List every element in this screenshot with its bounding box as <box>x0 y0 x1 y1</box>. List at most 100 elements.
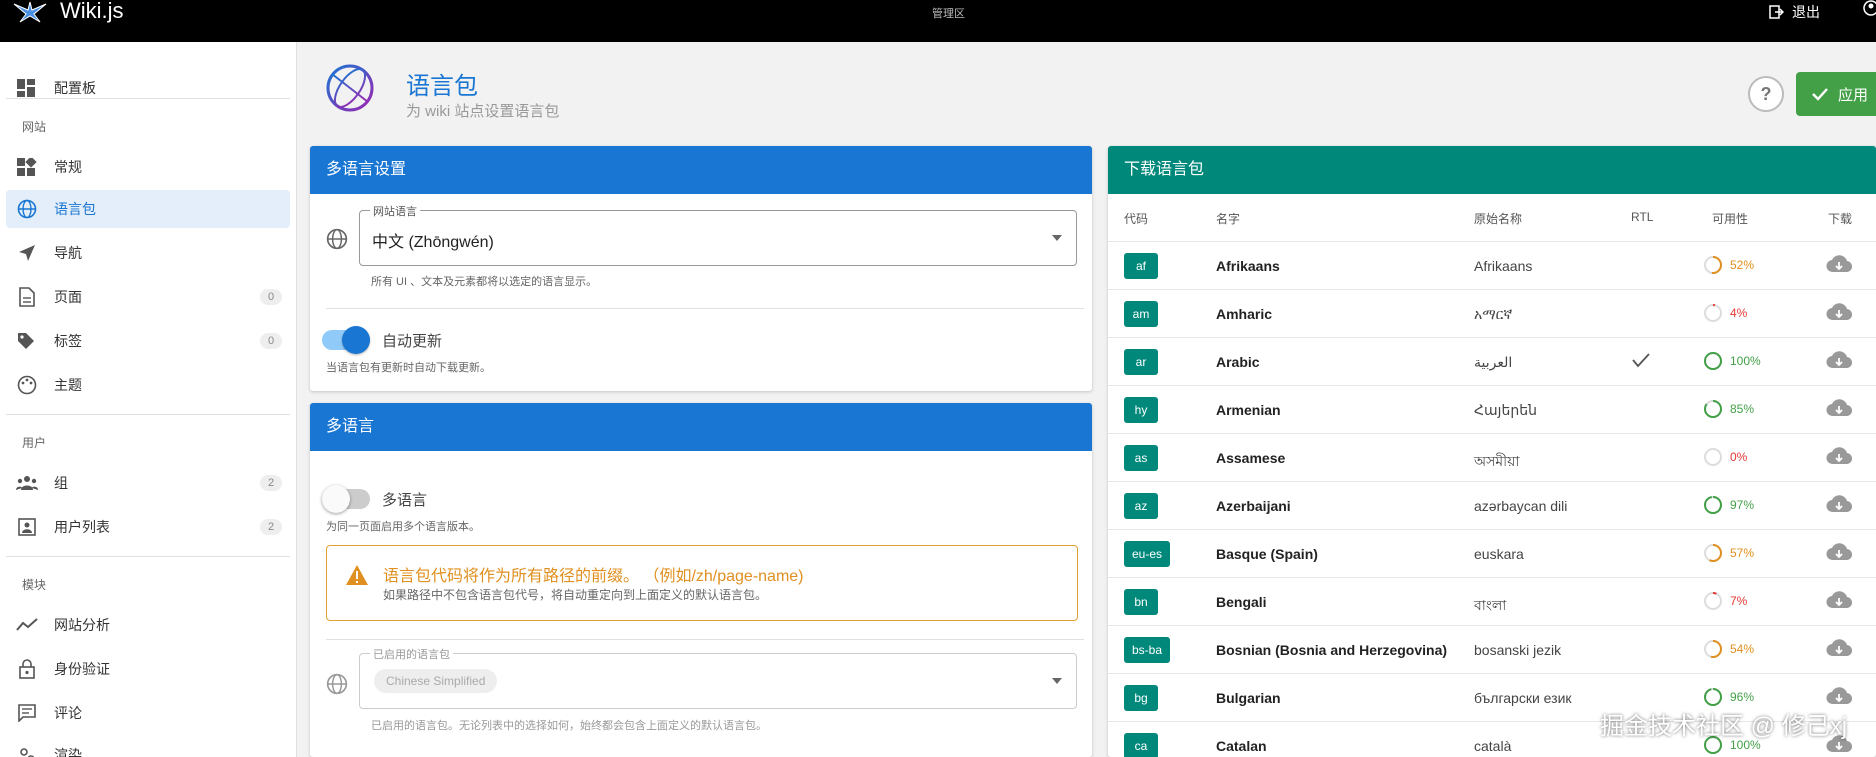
locale-code-badge: bs-ba <box>1124 637 1171 663</box>
active-locales-select[interactable]: 已启用的语言包 Chinese Simplified <box>359 646 1077 709</box>
app-title[interactable]: Wiki.js <box>60 0 124 22</box>
apply-button[interactable]: 应用 <box>1796 72 1876 116</box>
sidebar-item-users[interactable]: 用户列表 2 <box>6 508 290 546</box>
locale-code-badge: eu-es <box>1124 541 1171 567</box>
column-header-download[interactable]: 下载 <box>1828 210 1852 227</box>
cloud-download-icon[interactable] <box>1826 494 1852 514</box>
locale-native-name: български език <box>1474 690 1572 706</box>
section-label-site: 网站 <box>22 120 47 134</box>
progress-ring-icon <box>1704 304 1722 322</box>
logout-icon <box>1769 5 1784 19</box>
section-label-users: 用户 <box>22 436 47 450</box>
sidebar-item-analytics[interactable]: 网站分析 <box>6 606 290 644</box>
availability-percent: 97% <box>1730 498 1755 512</box>
availability-percent: 96% <box>1730 690 1755 704</box>
sidebar-item-general[interactable]: 常规 <box>6 148 290 186</box>
apply-label: 应用 <box>1838 86 1869 104</box>
account-icon[interactable] <box>1862 0 1876 18</box>
sidebar-item-navigation[interactable]: 导航 <box>6 234 290 272</box>
count-badge: 0 <box>260 289 282 305</box>
sidebar-item-tags[interactable]: 标签 0 <box>6 322 290 360</box>
sidebar-item-pages[interactable]: 页面 0 <box>6 278 290 316</box>
namespacing-label: 多语言 <box>382 492 428 509</box>
locale-name: Bosnian (Bosnia and Herzegovina) <box>1216 642 1448 658</box>
availability-indicator: 7% <box>1702 590 1747 612</box>
availability-percent: 4% <box>1730 306 1748 320</box>
tags-icon <box>14 330 40 352</box>
table-row: eu-es Basque (Spain) euskara 57% <box>1108 529 1876 577</box>
auto-update-toggle[interactable] <box>322 326 370 354</box>
widgets-icon <box>14 156 40 178</box>
cloud-download-icon[interactable] <box>1826 446 1852 466</box>
globe-icon <box>326 228 348 250</box>
locale-name: Amharic <box>1216 306 1273 322</box>
wikijs-logo-icon[interactable] <box>12 0 48 24</box>
availability-percent: 100% <box>1730 354 1761 368</box>
cloud-download-icon[interactable] <box>1826 542 1852 562</box>
cloud-download-icon[interactable] <box>1826 254 1852 274</box>
check-icon <box>1632 353 1650 368</box>
auto-update-hint: 当语言包有更新时自动下载更新。 <box>326 362 491 374</box>
page-icon <box>14 286 40 308</box>
sidebar-item-dashboard[interactable]: 配置板 <box>6 69 290 107</box>
locale-code-badge: ar <box>1124 349 1158 375</box>
sidebar-item-comments[interactable]: 评论 <box>6 694 290 732</box>
namespacing-toggle[interactable] <box>322 485 370 513</box>
globe-stand-icon <box>326 64 374 126</box>
progress-ring-icon <box>1704 640 1722 658</box>
help-button[interactable]: ? <box>1748 76 1784 112</box>
section-label-modules: 模块 <box>22 578 47 592</box>
site-locale-legend: 网站语言 <box>370 203 420 219</box>
availability-indicator: 97% <box>1702 494 1754 516</box>
cloud-download-icon[interactable] <box>1826 350 1852 370</box>
globe-icon <box>326 673 348 695</box>
locale-code-badge: az <box>1124 493 1158 519</box>
page-title: 语言包 <box>406 73 478 100</box>
sidebar-item-groups[interactable]: 组 2 <box>6 464 290 502</box>
locale-name: Afrikaans <box>1216 258 1280 274</box>
sidebar-item-locale[interactable]: 语言包 <box>6 190 290 228</box>
admin-area-label: 管理区 <box>932 8 965 20</box>
toggle-thumb <box>342 326 370 354</box>
check-icon <box>1812 88 1828 101</box>
logout-button[interactable]: 退出 <box>1768 2 1820 22</box>
availability-percent: 85% <box>1730 402 1755 416</box>
sidebar-item-label: 身份验证 <box>54 661 110 677</box>
render-icon <box>14 744 40 757</box>
locale-chip[interactable]: Chinese Simplified <box>374 669 498 693</box>
card-divider <box>326 308 1084 309</box>
column-header-name[interactable]: 名字 <box>1216 210 1240 227</box>
cloud-download-icon[interactable] <box>1826 302 1852 322</box>
sidebar-item-label: 组 <box>54 475 68 491</box>
column-header-availability[interactable]: 可用性 <box>1712 210 1748 227</box>
cloud-download-icon[interactable] <box>1826 398 1852 418</box>
locale-native-name: অসমীয়া <box>1474 453 1520 469</box>
progress-ring-icon <box>1704 592 1722 610</box>
availability-percent: 54% <box>1730 642 1755 656</box>
site-locale-select[interactable]: 网站语言 中文 (Zhōngwén) <box>359 203 1077 266</box>
count-badge: 2 <box>260 475 282 491</box>
groups-icon <box>14 472 40 494</box>
locale-native-name: azərbaycan dili <box>1474 498 1568 514</box>
sidebar-item-theme[interactable]: 主题 <box>6 366 290 404</box>
progress-ring-icon <box>1704 448 1722 466</box>
auto-update-label: 自动更新 <box>382 333 443 350</box>
cloud-download-icon[interactable] <box>1826 638 1852 658</box>
table-row: az Azerbaijani azərbaycan dili 97% <box>1108 481 1876 529</box>
sidebar: 配置板 网站 常规 语言包 导航 页面 0 标签 0 主题 用户 组 2 用户列… <box>0 42 297 757</box>
cloud-download-icon[interactable] <box>1826 686 1852 706</box>
namespacing-warning-alert: 语言包代码将作为所有路径的前缀。 （例如/zh/page-name) 如果路径中… <box>326 545 1078 621</box>
sidebar-item-label: 导航 <box>54 245 82 261</box>
sidebar-item-auth[interactable]: 身份验证 <box>6 650 290 688</box>
cloud-download-icon[interactable] <box>1826 590 1852 610</box>
progress-ring-icon <box>1704 400 1722 418</box>
progress-ring-icon <box>1704 496 1722 514</box>
locale-name: Arabic <box>1216 354 1260 370</box>
column-header-native[interactable]: 原始名称 <box>1474 210 1522 227</box>
sidebar-item-rendering[interactable]: 渲染 <box>6 736 290 757</box>
column-header-code[interactable]: 代码 <box>1124 210 1148 227</box>
availability-indicator: 96% <box>1702 686 1754 708</box>
column-header-rtl[interactable]: RTL <box>1631 210 1653 224</box>
chevron-down-icon <box>1052 678 1062 684</box>
availability-indicator: 54% <box>1702 638 1754 660</box>
